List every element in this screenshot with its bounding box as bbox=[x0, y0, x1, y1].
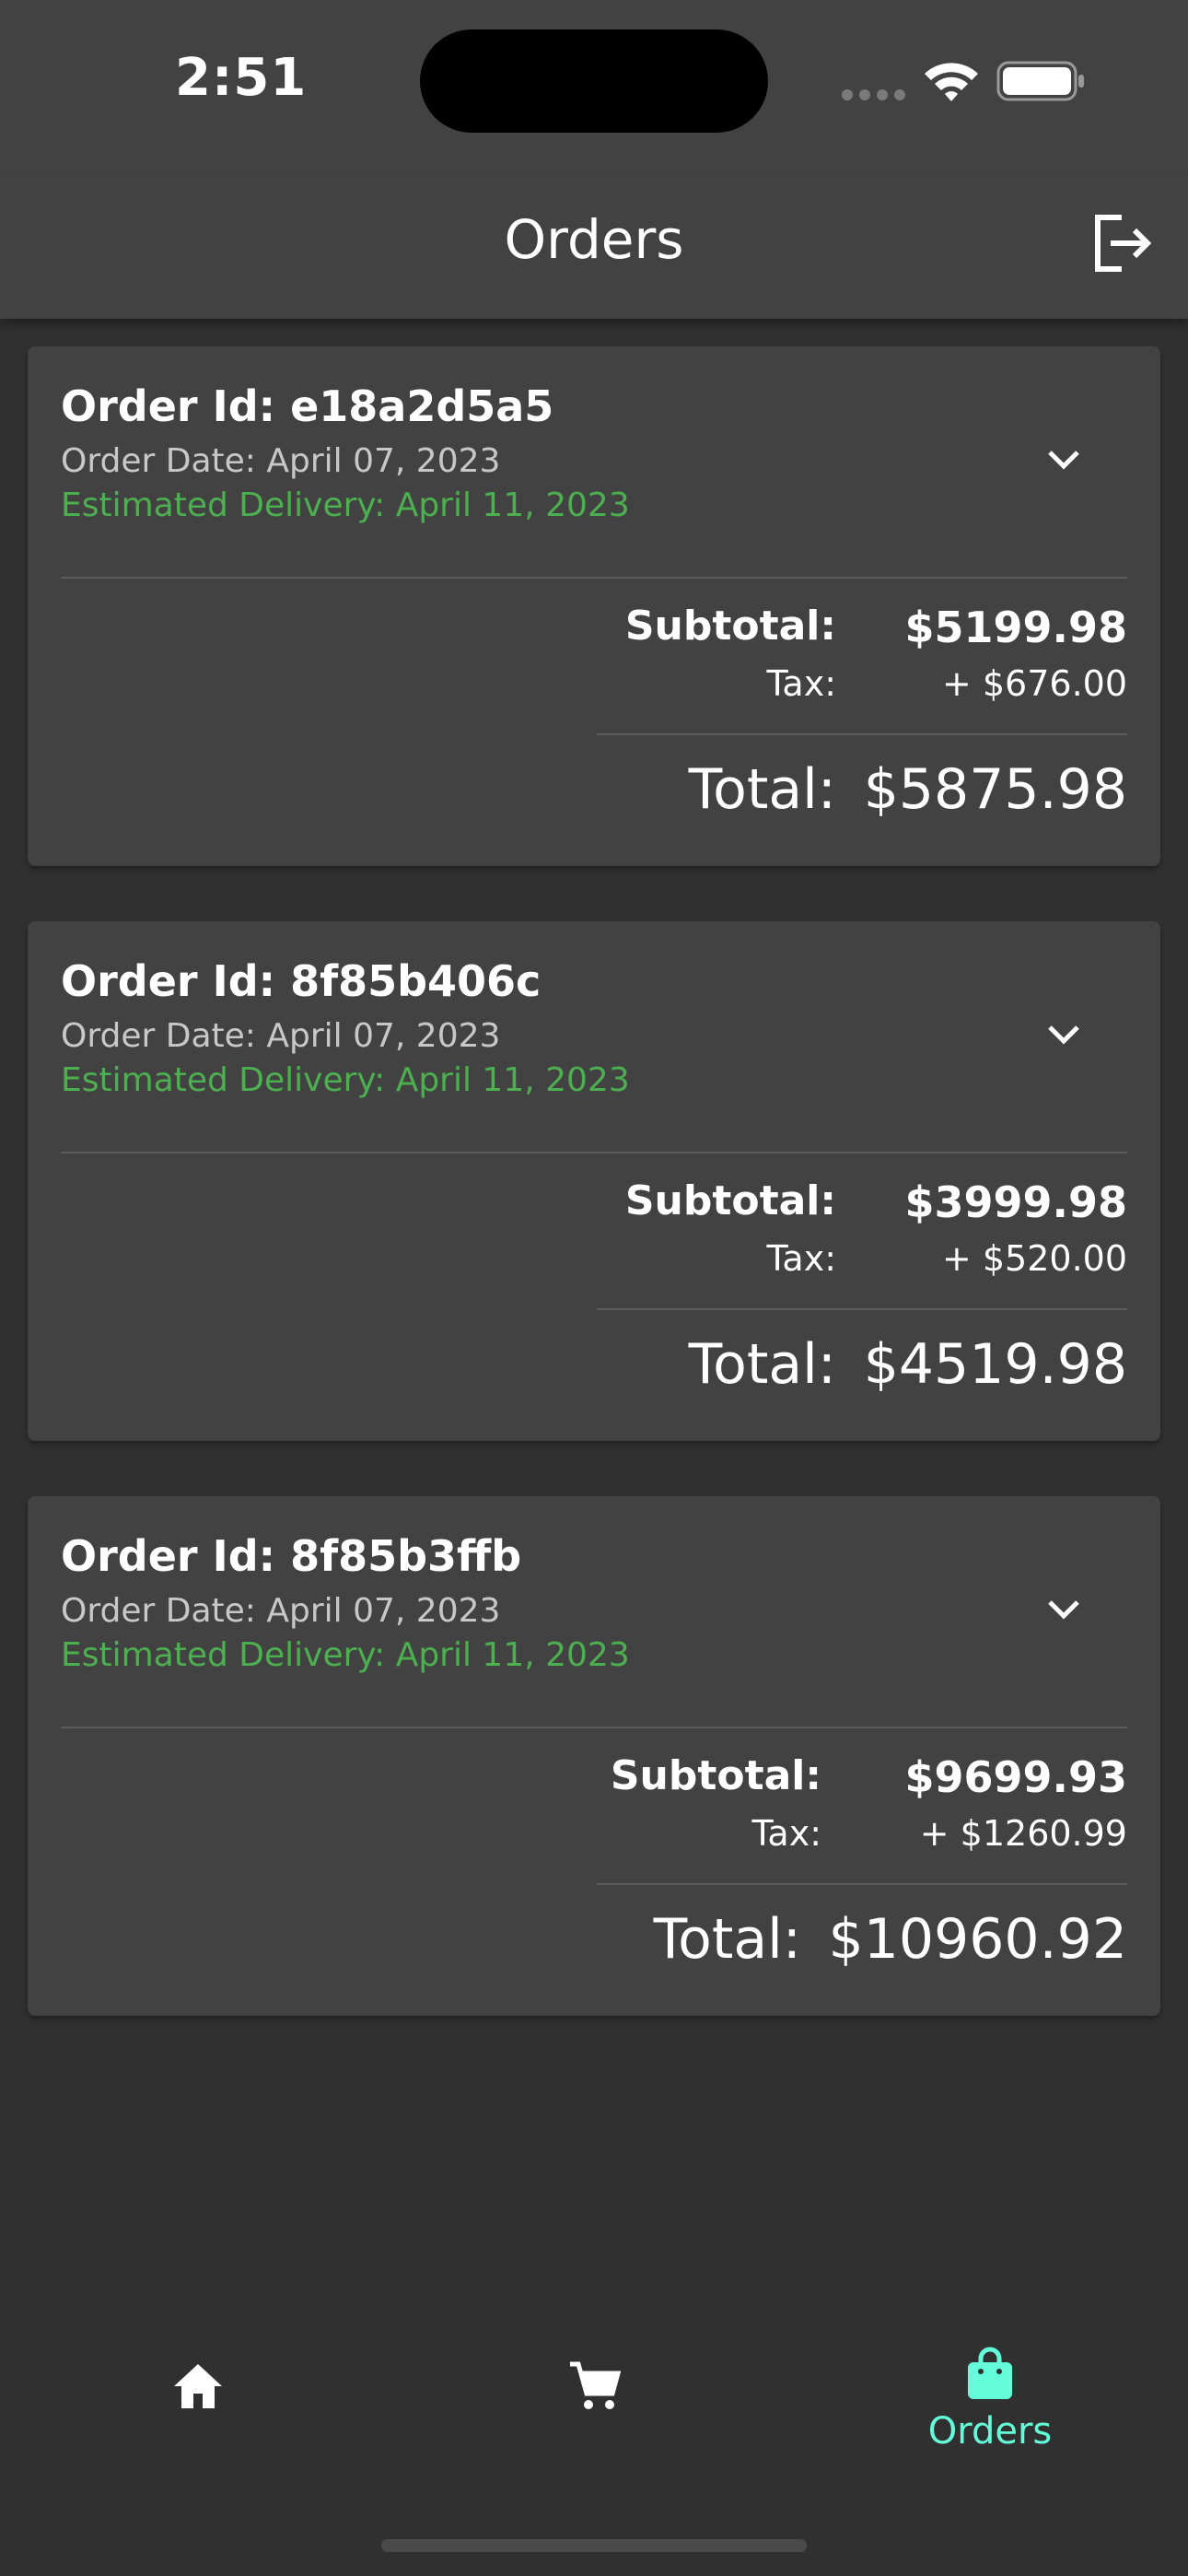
bottom-navigation: Orders bbox=[0, 2322, 1188, 2506]
tax-value: + $676.00 bbox=[941, 663, 1127, 704]
total-label: Total: bbox=[653, 1907, 801, 1972]
divider bbox=[597, 1308, 1127, 1310]
tax-label: Tax: bbox=[766, 1238, 837, 1279]
chevron-down-icon[interactable] bbox=[1041, 437, 1087, 483]
order-id: Order Id: 8f85b3ffb bbox=[61, 1531, 522, 1581]
dynamic-island bbox=[420, 29, 768, 133]
logout-icon[interactable] bbox=[1090, 212, 1153, 275]
subtotal-label: Subtotal: bbox=[624, 1177, 836, 1224]
total-label: Total: bbox=[688, 757, 836, 822]
nav-item-home[interactable] bbox=[0, 2322, 396, 2488]
app-bar: Orders bbox=[0, 175, 1188, 319]
divider bbox=[597, 1883, 1127, 1885]
order-id: Order Id: e18a2d5a5 bbox=[61, 381, 554, 431]
tax-label: Tax: bbox=[751, 1813, 822, 1854]
chevron-down-icon[interactable] bbox=[1041, 1587, 1087, 1633]
page-title: Orders bbox=[504, 208, 684, 271]
tax-label: Tax: bbox=[766, 663, 837, 704]
subtotal-value: $9699.93 bbox=[904, 1752, 1127, 1802]
orders-list: Order Id: e18a2d5a5 Order Date: April 07… bbox=[28, 346, 1160, 2071]
order-card: Order Id: e18a2d5a5 Order Date: April 07… bbox=[28, 346, 1160, 866]
wifi-icon bbox=[925, 63, 978, 101]
subtotal-label: Subtotal: bbox=[610, 1752, 821, 1799]
total-value: $5875.98 bbox=[863, 757, 1127, 822]
divider bbox=[597, 733, 1127, 735]
order-date: Order Date: April 07, 2023 bbox=[61, 1017, 501, 1055]
tax-value: + $1260.99 bbox=[919, 1813, 1127, 1854]
status-time: 2:51 bbox=[175, 48, 308, 108]
nav-label-orders: Orders bbox=[927, 2410, 1053, 2453]
subtotal-value: $3999.98 bbox=[904, 1177, 1127, 1227]
total-label: Total: bbox=[688, 1332, 836, 1397]
estimated-delivery: Estimated Delivery: April 11, 2023 bbox=[61, 1636, 630, 1674]
home-icon bbox=[174, 2364, 222, 2408]
order-id: Order Id: 8f85b406c bbox=[61, 956, 542, 1006]
cart-icon bbox=[570, 2361, 622, 2409]
subtotal-label: Subtotal: bbox=[624, 603, 836, 650]
estimated-delivery: Estimated Delivery: April 11, 2023 bbox=[61, 486, 630, 524]
status-bar: 2:51 bbox=[0, 0, 1188, 175]
order-date: Order Date: April 07, 2023 bbox=[61, 1592, 501, 1630]
nav-item-cart[interactable] bbox=[396, 2322, 792, 2488]
nav-item-orders[interactable]: Orders bbox=[792, 2322, 1188, 2488]
order-date: Order Date: April 07, 2023 bbox=[61, 442, 501, 480]
estimated-delivery: Estimated Delivery: April 11, 2023 bbox=[61, 1061, 630, 1099]
divider bbox=[61, 577, 1127, 579]
order-card: Order Id: 8f85b3ffb Order Date: April 07… bbox=[28, 1496, 1160, 2016]
chevron-down-icon[interactable] bbox=[1041, 1012, 1087, 1058]
battery-icon bbox=[996, 61, 1084, 101]
divider bbox=[61, 1727, 1127, 1728]
total-value: $10960.92 bbox=[828, 1907, 1127, 1972]
total-value: $4519.98 bbox=[863, 1332, 1127, 1397]
home-indicator bbox=[381, 2539, 807, 2552]
subtotal-value: $5199.98 bbox=[904, 603, 1127, 652]
shopping-bag-icon bbox=[968, 2347, 1012, 2399]
cellular-signal-icon bbox=[842, 87, 912, 104]
order-card: Order Id: 8f85b406c Order Date: April 07… bbox=[28, 921, 1160, 1441]
divider bbox=[61, 1152, 1127, 1153]
tax-value: + $520.00 bbox=[941, 1238, 1127, 1279]
